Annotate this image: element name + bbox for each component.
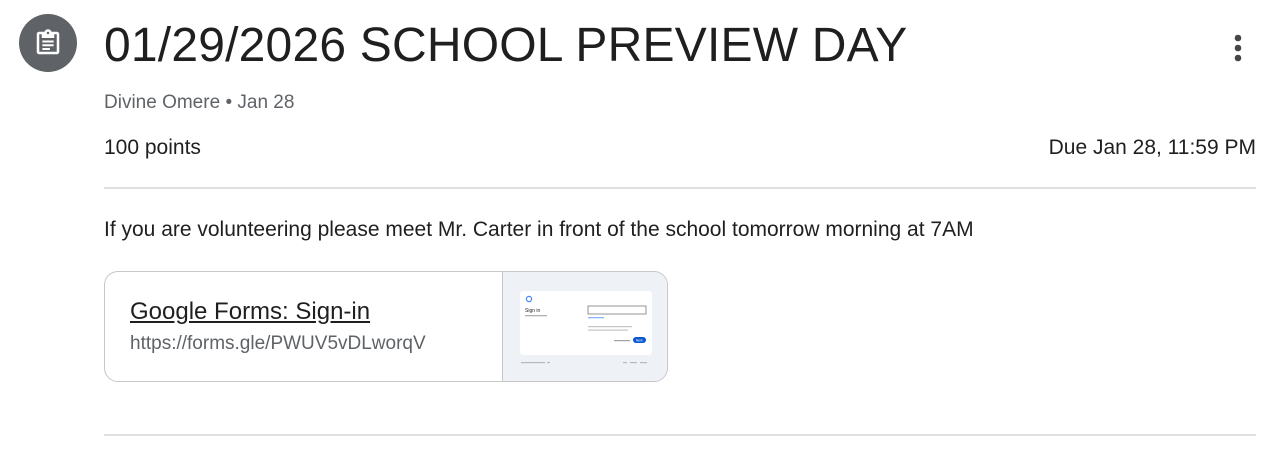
assignment-icon [19, 14, 77, 72]
attachment-thumbnail: Sign in Next [502, 272, 667, 381]
points-label: 100 points [104, 136, 201, 159]
attachment-title[interactable]: Google Forms: Sign-in [130, 297, 502, 327]
thumbnail-next-button: Next [636, 339, 643, 343]
assignment-meta: Divine Omere • Jan 28 [104, 90, 294, 116]
thumbnail-signin-card: Sign in Next [520, 291, 653, 355]
divider [104, 187, 1256, 189]
due-date: Due Jan 28, 11:59 PM [1048, 136, 1256, 159]
posted-date: Jan 28 [237, 92, 295, 113]
thumbnail-heading: Sign in [525, 308, 541, 314]
attachment-url: https://forms.gle/PWUV5vDLworqV [130, 333, 426, 354]
thumbnail-footer [521, 362, 648, 364]
more-options-button[interactable] [1218, 26, 1258, 70]
author-name: Divine Omere [104, 92, 221, 113]
signin-preview-graphic: Sign in Next [525, 295, 647, 343]
assignment-description: If you are volunteering please meet Mr. … [104, 218, 974, 241]
divider [104, 434, 1256, 436]
assignment-title: 01/29/2026 SCHOOL PREVIEW DAY [104, 19, 908, 72]
more-vert-icon [1234, 34, 1242, 62]
attachment-info: Google Forms: Sign-in https://forms.gle/… [105, 272, 502, 381]
attachment-card[interactable]: Google Forms: Sign-in https://forms.gle/… [104, 271, 668, 382]
meta-separator: • [225, 92, 233, 113]
assignment-page: 01/29/2026 SCHOOL PREVIEW DAY Divine Ome… [0, 0, 1280, 464]
